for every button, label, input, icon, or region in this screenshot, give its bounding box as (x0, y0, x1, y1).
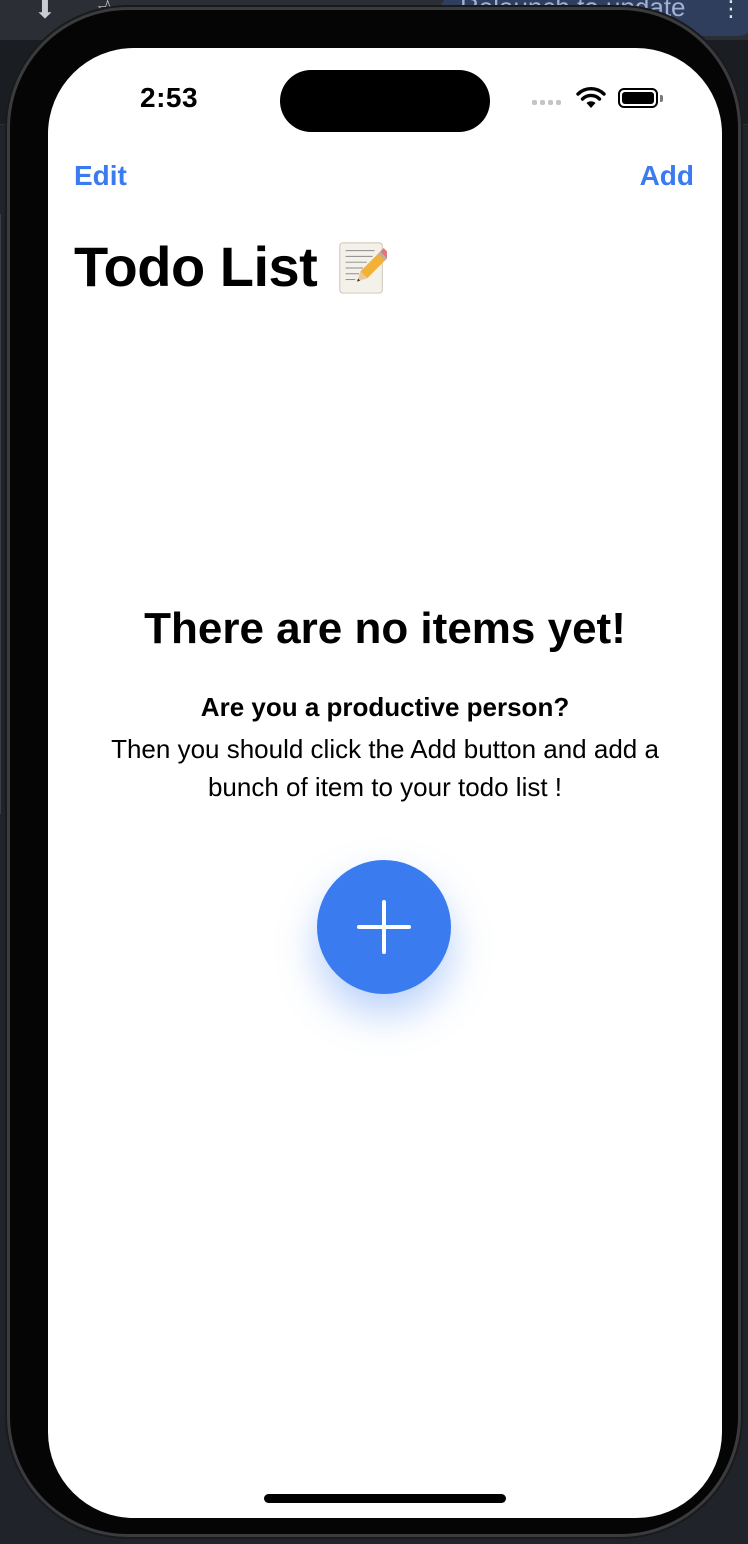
add-item-fab[interactable] (317, 860, 451, 994)
page-header: Todo List (74, 234, 388, 299)
battery-icon (618, 88, 658, 108)
add-button[interactable]: Add (640, 160, 694, 192)
empty-state-body: Then you should click the Add button and… (111, 734, 659, 802)
status-time: 2:53 (140, 82, 199, 113)
app-screen: 2:53 Edit Add Todo List There are no ite… (48, 48, 722, 1518)
home-indicator[interactable] (264, 1494, 506, 1503)
empty-state-title: There are no items yet! (144, 604, 626, 653)
cellular-signal-icon (532, 100, 561, 105)
dynamic-island (280, 70, 490, 132)
empty-state-subtitle: Are you a productive person? (200, 692, 570, 722)
browser-menu-icon[interactable]: ⋮ (720, 0, 742, 20)
iphone-simulator-frame: 2:53 Edit Add Todo List There are no ite… (10, 10, 738, 1534)
page-title: Todo List (74, 235, 318, 298)
download-icon: ⬇ (34, 0, 56, 24)
memo-pencil-icon (339, 241, 388, 294)
wifi-icon (576, 87, 606, 108)
host-sidebar-edge (0, 214, 9, 814)
battery-tip (660, 95, 663, 102)
edit-button[interactable]: Edit (74, 160, 127, 192)
